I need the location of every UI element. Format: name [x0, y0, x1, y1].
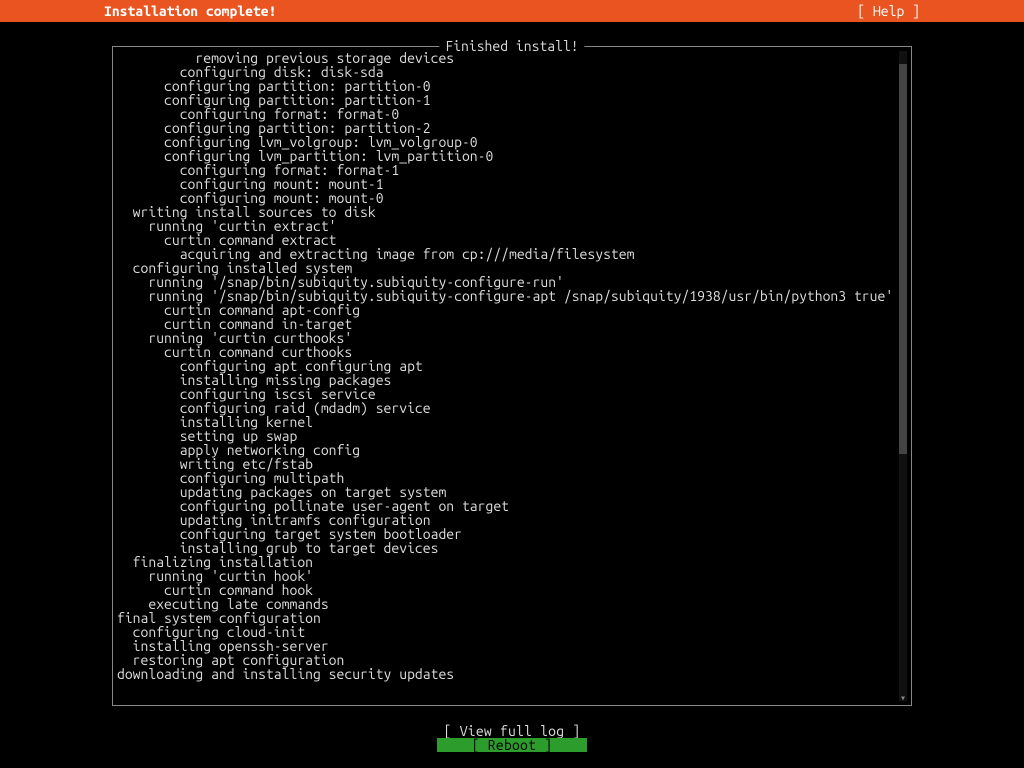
scroll-down-icon[interactable]: ▾: [898, 693, 908, 703]
main-stage: Finished install! removing previous stor…: [112, 46, 912, 752]
reboot-button[interactable]: [ Reboot ]: [437, 738, 587, 752]
install-log[interactable]: removing previous storage devices config…: [117, 51, 895, 701]
scrollbar-thumb[interactable]: [899, 64, 907, 454]
button-row: [ View full log ] [ Reboot ]: [112, 724, 912, 752]
header-bar: Installation complete! [ Help ]: [0, 0, 1024, 22]
help-button[interactable]: [ Help ]: [857, 4, 1016, 18]
view-full-log-button[interactable]: [ View full log ]: [437, 724, 587, 738]
scrollbar-track[interactable]: [899, 51, 907, 701]
page-title: Installation complete!: [8, 4, 276, 18]
log-panel: Finished install! removing previous stor…: [112, 46, 912, 706]
